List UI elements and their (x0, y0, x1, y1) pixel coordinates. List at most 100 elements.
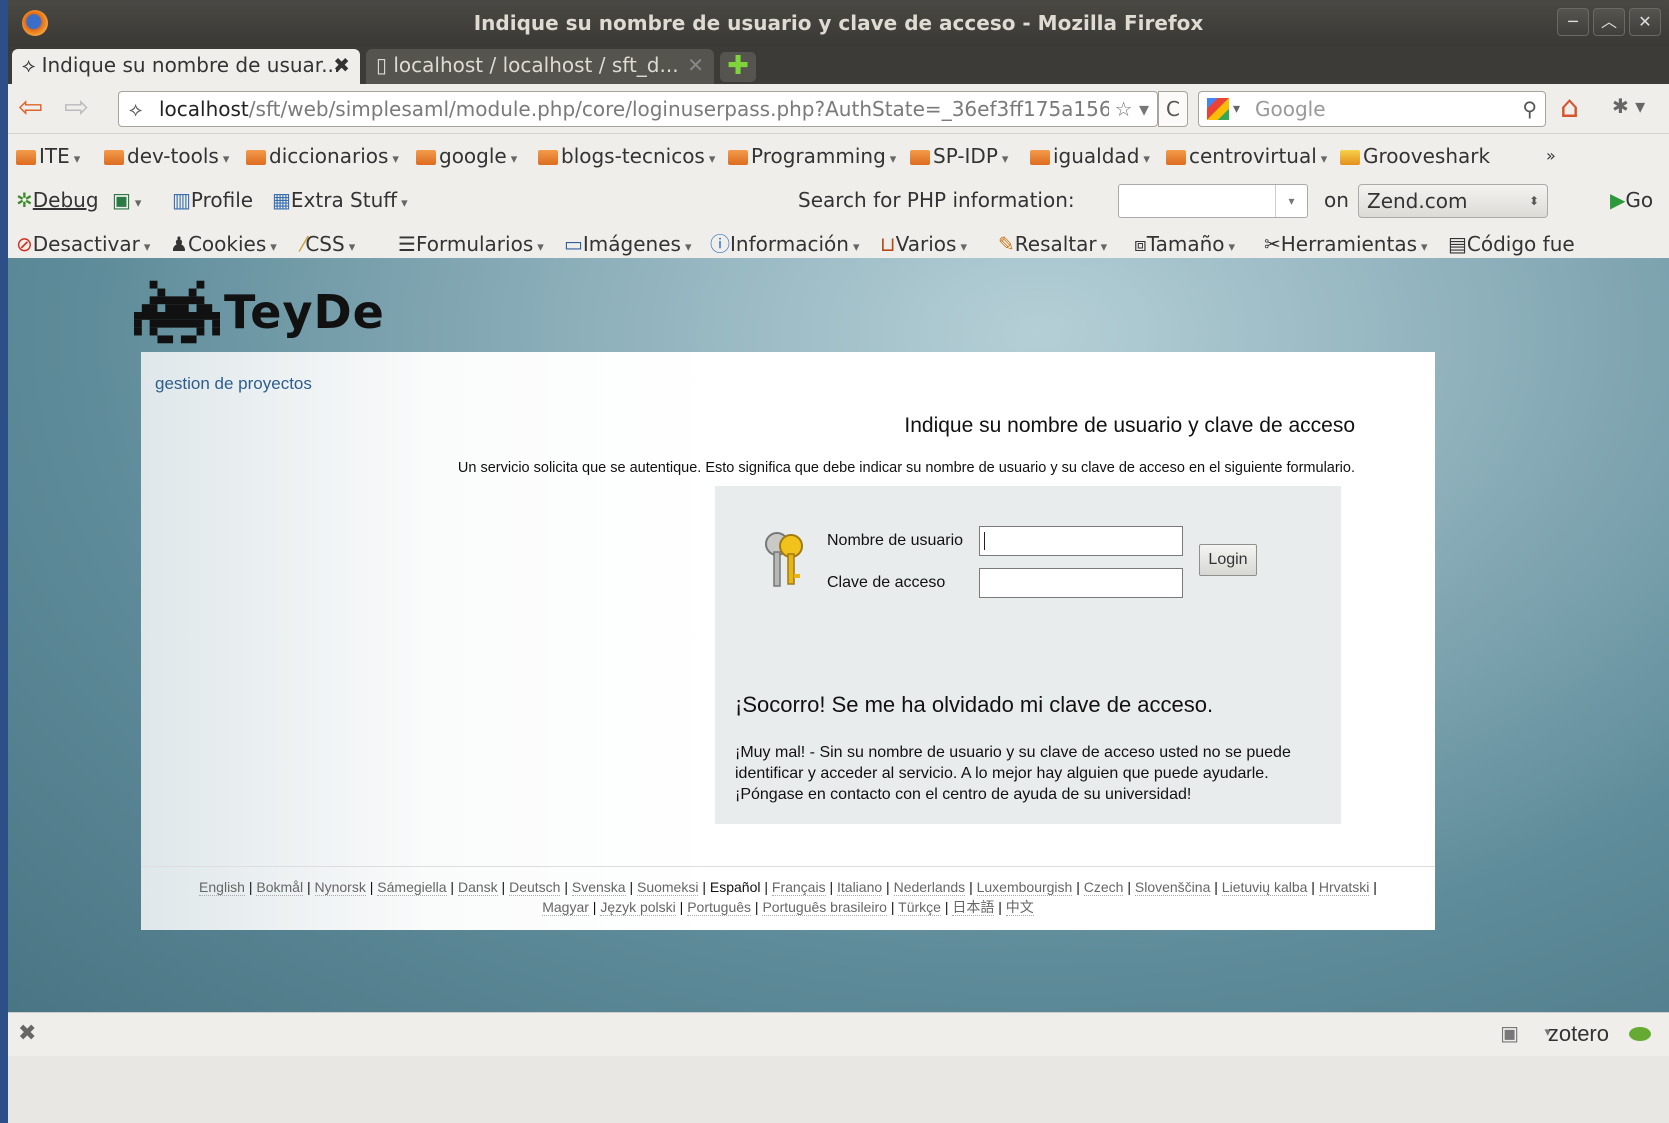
lang-espanol-current: Español (709, 879, 761, 895)
search-input[interactable]: ▾ Google ⚲ (1198, 91, 1546, 127)
bookmark-folder-igualdad[interactable]: igualdad ▾ (1030, 134, 1150, 182)
debug-button[interactable]: ✲Debug (16, 178, 99, 222)
url-bar[interactable]: ⟡ localhost/sft/web/simplesaml/module.ph… (118, 91, 1158, 127)
username-label: Nombre de usuario (827, 532, 964, 549)
folder-icon (416, 150, 436, 165)
username-field[interactable] (979, 526, 1183, 556)
extra-stuff-dropdown[interactable]: ▦Extra Stuff ▾ (272, 178, 408, 226)
folder-icon (728, 150, 748, 165)
password-label: Clave de acceso (827, 574, 946, 591)
lang-francais[interactable]: Français (771, 879, 826, 896)
php-search-input[interactable]: ▾ (1118, 184, 1308, 218)
login-form: Nombre de usuario Clave de acceso Login … (715, 486, 1341, 824)
monitor-dropdown[interactable]: ▣ ▾ (112, 178, 141, 226)
bookmark-folder-diccionarios[interactable]: diccionarios ▾ (246, 134, 399, 182)
lang-bokmal[interactable]: Bokmål (256, 879, 304, 896)
bookmark-folder-programming[interactable]: Programming ▾ (728, 134, 896, 182)
new-tab-button[interactable]: ✚ (720, 52, 756, 82)
zotero-button[interactable]: zotero (1548, 1021, 1609, 1047)
search-engine-dropdown-icon[interactable]: ▾ (1233, 92, 1240, 126)
close-window-button[interactable]: ✕ (1629, 8, 1661, 36)
forward-arrow-icon[interactable]: ⇨ (64, 92, 89, 124)
help-title: ¡Socorro! Se me ha olvidado mi clave de … (735, 692, 1214, 717)
table-icon: ▦ (272, 188, 291, 212)
lang-english[interactable]: English (199, 879, 245, 896)
lang-nederlands[interactable]: Nederlands (893, 879, 966, 896)
chevron-down-icon[interactable]: ▾ (1275, 185, 1307, 217)
status-bar: ✖ ▣ ▾ zotero (8, 1012, 1669, 1056)
bookmark-folder-centrovirtual[interactable]: centrovirtual ▾ (1166, 134, 1327, 182)
php-search-label: Search for PHP information: (798, 188, 1075, 212)
profile-button[interactable]: ▥Profile (172, 178, 253, 222)
password-field[interactable] (979, 568, 1183, 598)
breadcrumb[interactable]: gestion de proyectos (155, 374, 312, 394)
bookmark-folder-blogs-tecnicos[interactable]: blogs-tecnicos ▾ (538, 134, 715, 182)
lang-czech[interactable]: Czech (1083, 879, 1124, 896)
close-addon-bar-icon[interactable]: ✖ (18, 1021, 36, 1046)
page-viewport: TeyDe gestion de proyectos Indique su no… (8, 258, 1669, 1012)
lang-lietuviu[interactable]: Lietuvių kalba (1221, 879, 1308, 896)
bookmarks-toolbar: ITE ▾ dev-tools ▾ diccionarios ▾ google ▾ bl… (8, 134, 1669, 178)
tab-close-icon[interactable]: ✖ (333, 49, 350, 82)
teyde-logo: TeyDe (134, 280, 385, 344)
lang-hrvatski[interactable]: Hrvatski (1318, 879, 1370, 896)
lang-italiano[interactable]: Italiano (837, 879, 883, 896)
lang-portugues-brasileiro[interactable]: Português brasileiro (762, 899, 887, 916)
minimize-button[interactable]: ─ (1557, 8, 1589, 36)
site-select[interactable]: Zend.com ⬍ (1358, 184, 1548, 218)
bookmark-folder-sp-idp[interactable]: SP-IDP ▾ (910, 134, 1008, 182)
lang-magyar[interactable]: Magyar (542, 899, 589, 916)
site-identity-icon[interactable]: ⟡ (129, 92, 142, 126)
toolbox-icon: ⊔ (880, 232, 896, 256)
reload-button[interactable]: C (1158, 91, 1188, 127)
lang-dansk[interactable]: Dansk (457, 879, 498, 896)
go-button[interactable]: ▶Go (1610, 178, 1653, 222)
back-arrow-icon[interactable]: ⇦ (18, 92, 43, 124)
home-icon[interactable]: ⌂ (1560, 90, 1579, 125)
lang-nynorsk[interactable]: Nynorsk (314, 879, 366, 896)
info-icon: ⓘ (710, 232, 730, 256)
disable-icon: ⊘ (16, 232, 33, 256)
bookmark-folder-ite[interactable]: ITE ▾ (16, 134, 80, 182)
monitor-icon: ▣ (112, 188, 131, 212)
extension-icon[interactable]: ✱ ▾ (1612, 94, 1645, 118)
bookmarks-overflow-button[interactable]: » (1546, 134, 1556, 178)
login-panel: gestion de proyectos Indique su nombre d… (141, 352, 1435, 930)
bookmark-folder-google[interactable]: google ▾ (416, 134, 517, 182)
resize-icon: ⧈ (1134, 232, 1147, 256)
evernote-icon[interactable] (1629, 1027, 1651, 1041)
updown-arrow-icon: ⬍ (1528, 194, 1539, 208)
bookmark-grooveshark[interactable]: Grooveshark (1340, 134, 1490, 178)
on-label: on (1324, 188, 1349, 212)
tab-phpmyadmin[interactable]: ▯ localhost / localhost / sft_d... ✕ (366, 49, 714, 84)
selenium-icon[interactable]: ▣ (1500, 1021, 1519, 1045)
lang-suomeksi[interactable]: Suomeksi (636, 879, 699, 896)
folder-icon (1030, 150, 1050, 165)
google-icon[interactable] (1207, 98, 1229, 120)
lang-slovenscina[interactable]: Slovenščina (1134, 879, 1211, 896)
intro-text: Un servicio solicita que se autentique. … (457, 460, 1355, 476)
lang-samegiella[interactable]: Sámegiella (377, 879, 447, 896)
bookmark-star-icon[interactable]: ☆ ▾ (1108, 92, 1149, 126)
lang-japanese[interactable]: 日本語 (952, 899, 995, 916)
bookmark-folder-dev-tools[interactable]: dev-tools ▾ (104, 134, 229, 182)
url-host: localhost (159, 97, 249, 121)
magnifier-icon[interactable]: ⚲ (1522, 92, 1537, 126)
lang-luxembourgish[interactable]: Luxembourgish (976, 879, 1073, 896)
lang-svenska[interactable]: Svenska (571, 879, 626, 896)
tab-login[interactable]: ⟡ Indique su nombre de usuar... ✖ (12, 49, 360, 84)
folder-icon (246, 150, 266, 165)
lang-portugues[interactable]: Português (687, 899, 752, 916)
image-icon: ▭ (564, 232, 583, 256)
lang-deutsch[interactable]: Deutsch (509, 879, 561, 896)
firefox-icon[interactable] (22, 10, 48, 36)
brand-name: TeyDe (224, 285, 385, 339)
page-icon: ▯ (376, 53, 394, 77)
tab-close-icon[interactable]: ✕ (687, 49, 704, 82)
lang-chinese[interactable]: 中文 (1005, 899, 1034, 916)
login-button[interactable]: Login (1199, 544, 1257, 576)
lang-polski[interactable]: Język polski (600, 899, 676, 916)
lang-turkce[interactable]: Türkçe (898, 899, 941, 916)
maximize-button[interactable]: ︿ (1593, 8, 1625, 36)
folder-icon (1166, 150, 1186, 165)
